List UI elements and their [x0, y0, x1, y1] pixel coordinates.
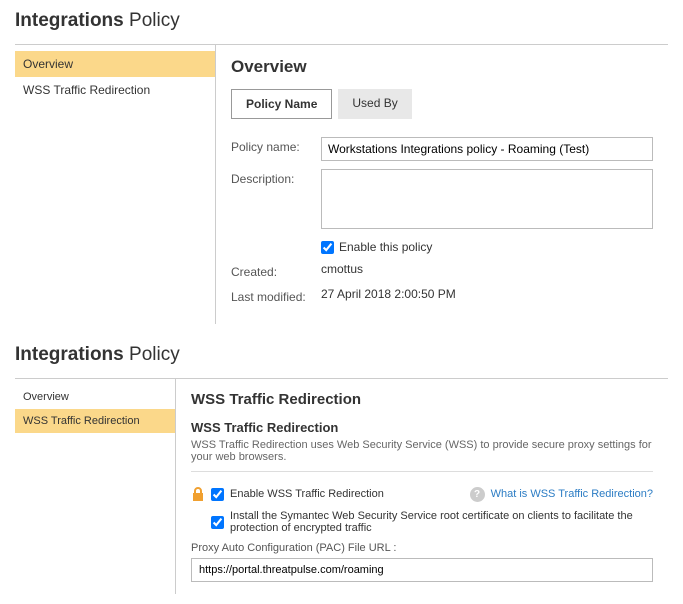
sidebar-item-wss[interactable]: WSS Traffic Redirection — [15, 77, 215, 103]
panel-wss: Integrations Policy Overview WSS Traffic… — [0, 334, 683, 604]
enable-policy-checkbox[interactable] — [321, 241, 334, 254]
policy-name-input[interactable] — [321, 137, 653, 161]
tab-used-by[interactable]: Used By — [338, 89, 411, 119]
lock-icon — [191, 486, 205, 502]
page-title: Integrations Policy — [15, 10, 668, 32]
description-input[interactable] — [321, 169, 653, 229]
sidebar: Overview WSS Traffic Redirection — [15, 45, 215, 324]
tabs: Policy Name Used By — [231, 89, 653, 119]
enable-policy-label: Enable this policy — [339, 240, 432, 254]
pac-url-input[interactable] — [191, 558, 653, 582]
modified-label: Last modified: — [231, 287, 321, 304]
help-link[interactable]: What is WSS Traffic Redirection? — [491, 488, 653, 500]
sidebar-item-overview[interactable]: Overview — [15, 51, 215, 77]
created-label: Created: — [231, 262, 321, 279]
overview-heading: Overview — [231, 57, 653, 77]
install-cert-checkbox[interactable] — [211, 516, 224, 529]
install-cert-label: Install the Symantec Web Security Servic… — [230, 510, 653, 534]
sidebar-item-overview-2[interactable]: Overview — [15, 385, 175, 409]
main-wss: WSS Traffic Redirection WSS Traffic Redi… — [175, 379, 668, 594]
sidebar-item-wss-2[interactable]: WSS Traffic Redirection — [15, 409, 175, 433]
help-icon: ? — [470, 487, 485, 502]
main-overview: Overview Policy Name Used By Policy name… — [215, 45, 668, 324]
enable-wss-label: Enable WSS Traffic Redirection — [230, 488, 384, 500]
wss-sub-desc: WSS Traffic Redirection uses Web Securit… — [191, 439, 653, 463]
policy-name-label: Policy name: — [231, 137, 321, 154]
wss-sub-heading: WSS Traffic Redirection — [191, 420, 653, 435]
modified-value: 27 April 2018 2:00:50 PM — [321, 287, 653, 301]
created-value: cmottus — [321, 262, 653, 276]
wss-heading: WSS Traffic Redirection — [191, 391, 653, 408]
description-label: Description: — [231, 169, 321, 186]
pac-label: Proxy Auto Configuration (PAC) File URL … — [191, 542, 653, 554]
page-title-2: Integrations Policy — [15, 344, 668, 366]
tab-policy-name[interactable]: Policy Name — [231, 89, 332, 119]
enable-wss-checkbox[interactable] — [211, 488, 224, 501]
sidebar-2: Overview WSS Traffic Redirection — [15, 379, 175, 594]
panel-overview: Integrations Policy Overview WSS Traffic… — [0, 0, 683, 334]
